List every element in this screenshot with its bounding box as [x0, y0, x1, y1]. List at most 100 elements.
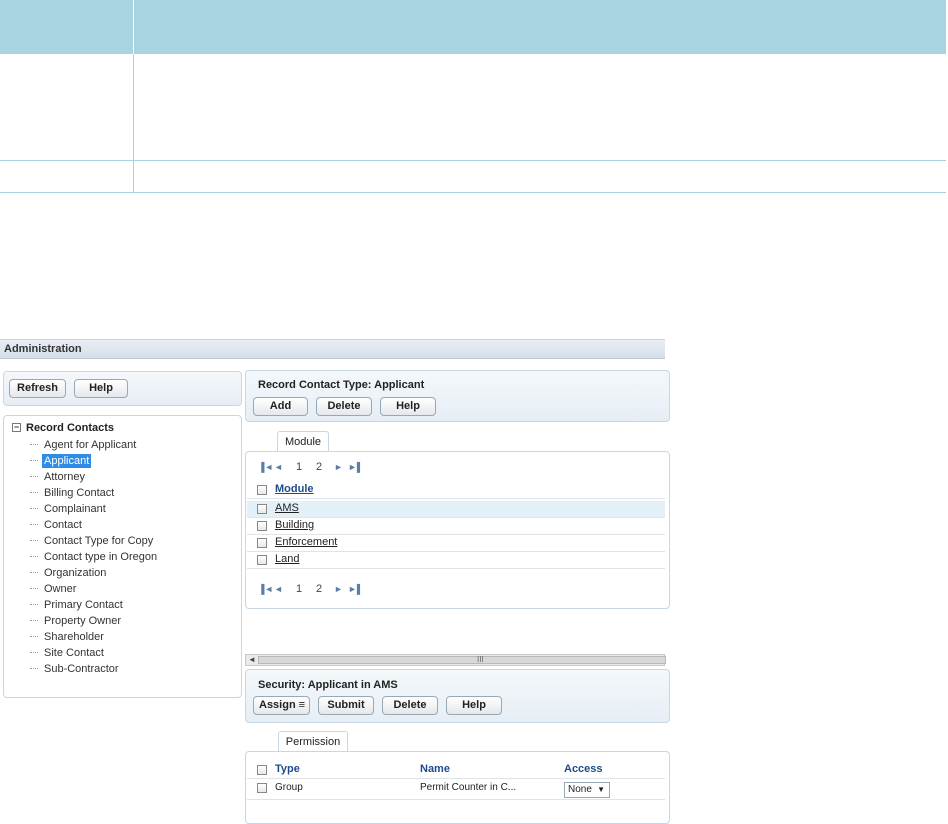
tree-item-label: Contact: [44, 519, 82, 531]
tree-connector: [30, 508, 38, 509]
access-value: None: [568, 784, 592, 795]
page-2[interactable]: 2: [316, 583, 322, 595]
row-checkbox[interactable]: [257, 783, 267, 793]
collapse-icon[interactable]: −: [12, 423, 21, 432]
tree-item-label: Contact Type for Copy: [44, 535, 154, 547]
module-link[interactable]: AMS: [275, 502, 299, 514]
permission-type: Group: [275, 782, 303, 793]
scrollbar-grip-icon: III: [477, 655, 484, 664]
assign-dropdown-button[interactable]: Assign ≡: [253, 696, 310, 715]
module-link[interactable]: Land: [275, 553, 299, 565]
tree-connector: [30, 604, 38, 605]
table-row[interactable]: Land: [247, 552, 665, 569]
table-row[interactable]: Enforcement: [247, 535, 665, 552]
administration-app: Administration Refresh Help − Record Con…: [0, 339, 670, 824]
row-checkbox[interactable]: [257, 538, 267, 548]
tree-panel: − Record Contacts Agent for Applicant App…: [3, 415, 242, 698]
column-header-name[interactable]: Name: [420, 763, 450, 775]
next-page-icon[interactable]: ►: [334, 462, 343, 472]
left-toolbar-panel: Refresh Help: [3, 371, 242, 406]
tab-permission[interactable]: Permission: [278, 731, 348, 752]
prev-page-icon[interactable]: ◄: [274, 462, 283, 472]
submit-button[interactable]: Submit: [318, 696, 374, 715]
permission-name: Permit Counter in C...: [420, 782, 517, 793]
row-checkbox[interactable]: [257, 555, 267, 565]
next-page-icon[interactable]: ►: [334, 584, 343, 594]
tree-connector: [30, 556, 38, 557]
top-table-header: [0, 0, 946, 54]
grid-header-row: Type Name Access: [247, 762, 665, 779]
security-title: Security: Applicant in AMS: [258, 679, 398, 691]
grid-header-row: Module: [247, 482, 665, 499]
tree-item-label: Billing Contact: [44, 487, 115, 499]
delete-button[interactable]: Delete: [382, 696, 438, 715]
tree-item-label: Applicant: [42, 454, 92, 468]
first-page-icon[interactable]: ▐◄: [258, 584, 273, 594]
first-page-icon[interactable]: ▐◄: [258, 462, 273, 472]
add-button[interactable]: Add: [253, 397, 308, 416]
contact-type-title: Record Contact Type: Applicant: [258, 379, 425, 391]
tree-connector: [30, 572, 38, 573]
page-2[interactable]: 2: [316, 461, 322, 473]
table-row[interactable]: AMS: [247, 501, 665, 518]
permission-grid-panel: Type Name Access Group Permit Counter in…: [245, 751, 670, 824]
tree-root-label: Record Contacts: [26, 422, 115, 434]
tree-connector: [30, 540, 38, 541]
tree-connector: [30, 492, 38, 493]
tree-item-label: Contact type in Oregon: [44, 551, 158, 563]
page-1[interactable]: 1: [296, 461, 302, 473]
select-all-checkbox[interactable]: [257, 765, 267, 775]
tab-module[interactable]: Module: [277, 431, 329, 452]
table-row[interactable]: Group Permit Counter in C... None ▼: [247, 780, 665, 800]
tree-item-label: Sub-Contractor: [44, 663, 119, 675]
column-header-type[interactable]: Type: [275, 763, 300, 775]
tree-connector: [30, 668, 38, 669]
security-panel: Security: Applicant in AMS Assign ≡ Subm…: [245, 669, 670, 723]
delete-button[interactable]: Delete: [316, 397, 372, 416]
row-checkbox[interactable]: [257, 504, 267, 514]
tree-item-label: Organization: [44, 567, 107, 579]
scrollbar-thumb[interactable]: III: [258, 655, 666, 664]
tree-item-label: Complainant: [44, 503, 106, 515]
module-link[interactable]: Enforcement: [275, 536, 337, 548]
column-header-module[interactable]: Module: [275, 483, 314, 495]
scroll-left-icon[interactable]: ◄: [248, 655, 256, 664]
app-title-bar: Administration: [0, 339, 665, 359]
tree-item-label: Primary Contact: [44, 599, 123, 611]
access-select[interactable]: None ▼: [564, 782, 610, 798]
tree-item-label: Property Owner: [44, 615, 122, 627]
tree-item-label: Shareholder: [44, 631, 104, 643]
refresh-button[interactable]: Refresh: [9, 379, 66, 398]
tree-connector: [30, 476, 38, 477]
tree-item-label: Attorney: [44, 471, 85, 483]
help-button[interactable]: Help: [446, 696, 502, 715]
chevron-down-icon: ▼: [597, 785, 605, 794]
module-link[interactable]: Building: [275, 519, 314, 531]
prev-page-icon[interactable]: ◄: [274, 584, 283, 594]
help-button[interactable]: Help: [380, 397, 436, 416]
last-page-icon[interactable]: ►▌: [348, 584, 363, 594]
column-header-access[interactable]: Access: [564, 763, 603, 775]
horizontal-scrollbar[interactable]: ◄ III: [245, 654, 666, 666]
last-page-icon[interactable]: ►▌: [348, 462, 363, 472]
assign-label: Assign: [259, 699, 296, 711]
row-checkbox[interactable]: [257, 521, 267, 531]
top-table: [0, 0, 946, 193]
body-column-divider: [133, 54, 134, 193]
contact-type-panel: Record Contact Type: Applicant Add Delet…: [245, 370, 670, 422]
select-all-checkbox[interactable]: [257, 485, 267, 495]
tree-connector: [30, 636, 38, 637]
menu-icon: ≡: [298, 699, 305, 711]
tree-connector: [30, 652, 38, 653]
module-grid-panel: ▐◄ ◄ 1 2 ► ►▌ Module AMS Building Enforc…: [245, 451, 670, 609]
row-divider: [0, 192, 946, 193]
row-divider: [0, 160, 946, 161]
tree-connector: [30, 588, 38, 589]
tree-connector: [30, 620, 38, 621]
table-row[interactable]: Building: [247, 518, 665, 535]
page-1[interactable]: 1: [296, 583, 302, 595]
tree-item-label: Owner: [44, 583, 77, 595]
tree-connector: [30, 444, 38, 445]
help-button[interactable]: Help: [74, 379, 128, 398]
tree-item-label: Agent for Applicant: [44, 439, 137, 451]
